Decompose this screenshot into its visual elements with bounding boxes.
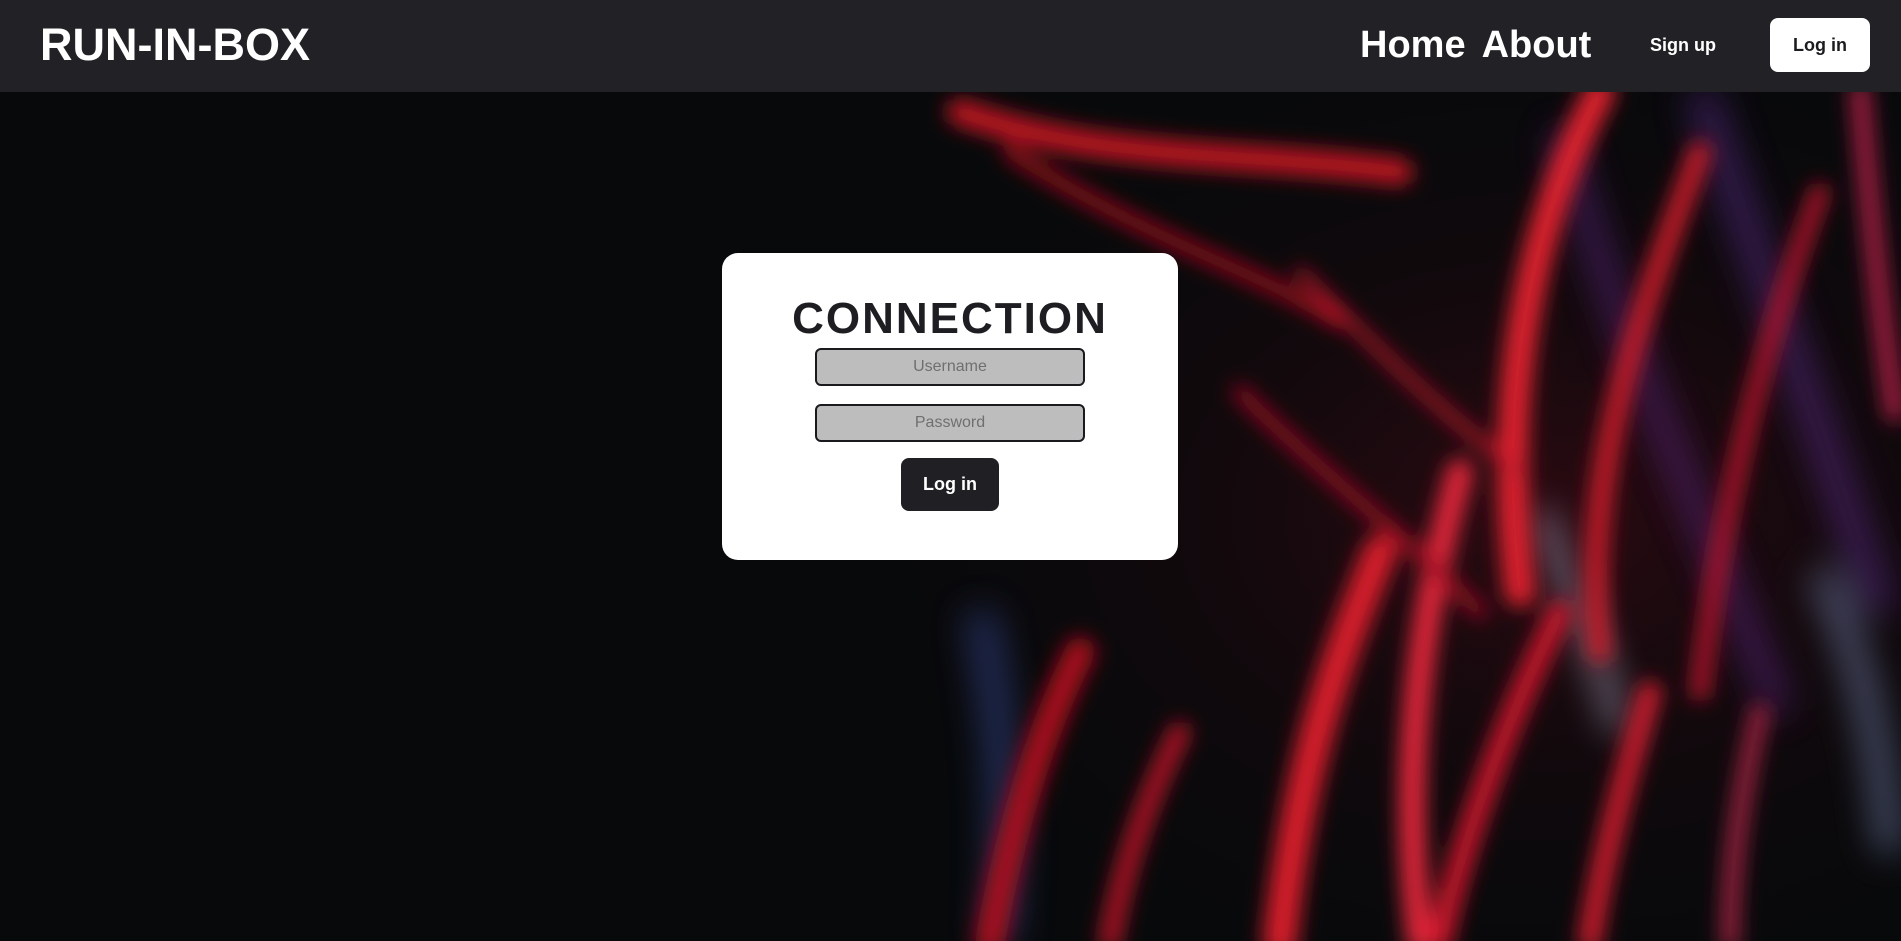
nav-link-home[interactable]: Home: [1360, 22, 1466, 68]
brand-logo[interactable]: RUN-IN-BOX: [40, 19, 310, 71]
username-input[interactable]: [815, 348, 1085, 386]
nav-links: Home About: [1360, 22, 1591, 68]
navbar-login-button[interactable]: Log in: [1770, 18, 1870, 72]
nav-link-about[interactable]: About: [1482, 22, 1592, 68]
page: RUN-IN-BOX Home About Sign up Log in CON…: [0, 0, 1901, 941]
login-submit-button[interactable]: Log in: [901, 458, 999, 511]
password-input[interactable]: [815, 404, 1085, 442]
top-navbar: RUN-IN-BOX Home About Sign up Log in: [0, 0, 1901, 92]
signup-button[interactable]: Sign up: [1650, 32, 1716, 58]
login-title: CONNECTION: [792, 294, 1108, 343]
login-card: CONNECTION Log in: [722, 253, 1178, 560]
